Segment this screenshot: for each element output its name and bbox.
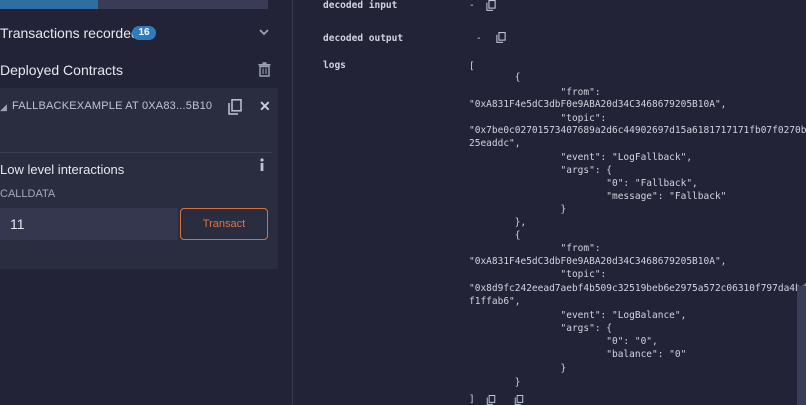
log-line: "message": "Fallback"	[469, 191, 727, 202]
decoded-input-value: -	[469, 0, 475, 11]
top-progress-segment	[0, 0, 98, 9]
log-line: ]	[469, 394, 475, 405]
close-instance-icon[interactable]: ✕	[259, 98, 271, 115]
copy-icon[interactable]	[514, 395, 524, 405]
log-line: "args": {	[469, 165, 613, 176]
log-line: }	[469, 377, 521, 388]
log-line: }	[469, 363, 567, 374]
low-level-interactions-label: Low level interactions	[0, 162, 125, 177]
log-line: "0x7be0c02701573407689a2d6c44902697d15a6…	[469, 125, 806, 136]
transact-button[interactable]: Transact	[180, 208, 268, 240]
deployed-contracts-label: Deployed Contracts	[0, 62, 123, 78]
decoded-output-label: decoded output	[323, 33, 404, 44]
log-line: "0x8d9fc242eead7aebf4b509c32519beb6e2975…	[469, 283, 806, 294]
contract-instance-name[interactable]: FALLBACKEXAMPLE AT 0XA83...5B10A	[12, 100, 212, 112]
log-line: "event": "LogFallback",	[469, 152, 693, 163]
copy-icon[interactable]	[486, 0, 496, 11]
log-line: [	[469, 61, 475, 72]
log-line: "balance": "0"	[469, 349, 687, 360]
scrollbar[interactable]	[797, 286, 806, 405]
chevron-down-icon[interactable]	[258, 26, 270, 38]
log-line: }	[469, 204, 567, 215]
log-line: "0": "0",	[469, 336, 658, 347]
info-icon[interactable]	[258, 158, 266, 172]
log-line: f1ffab6",	[469, 296, 521, 307]
log-line: "event": "LogBalance",	[469, 310, 687, 321]
trash-icon[interactable]	[258, 62, 271, 77]
log-line: {	[469, 72, 521, 83]
decoded-output-value: -	[476, 33, 482, 44]
expand-caret-icon[interactable]: ◢	[0, 102, 7, 113]
log-line: "0": "Fallback",	[469, 178, 698, 189]
log-line: "from":	[469, 243, 601, 254]
decoded-input-label: decoded input	[323, 0, 398, 11]
logs-label: logs	[323, 60, 346, 71]
log-line: },	[469, 217, 527, 228]
log-line: "topic":	[469, 113, 607, 124]
calldata-label: CALLDATA	[0, 188, 56, 200]
log-line: "0xA831F4e5dC3dbF0e9ABA20d34C3468679205B…	[469, 256, 727, 267]
contract-instance: ◢ FALLBACKEXAMPLE AT 0XA83...5B10A ✕ Low…	[0, 88, 278, 269]
transactions-recorded-label[interactable]: Transactions recorded	[0, 25, 139, 41]
log-line: 25eaddc",	[469, 138, 521, 149]
top-progress-bar	[0, 0, 268, 9]
instance-divider	[0, 152, 272, 153]
transactions-count-badge: 16	[132, 26, 156, 40]
log-line: "topic":	[469, 269, 607, 280]
transaction-details-panel: decoded input - decoded output - logs [ …	[293, 0, 806, 405]
copy-icon[interactable]	[496, 32, 506, 43]
log-line: "args": {	[469, 323, 613, 334]
log-line: "0xA831F4e5dC3dbF0e9ABA20d34C3468679205B…	[469, 99, 727, 110]
left-panel: Transactions recorded 16 Deployed Contra…	[0, 0, 280, 405]
copy-icon[interactable]	[486, 395, 496, 405]
calldata-input[interactable]: 11	[0, 208, 178, 240]
log-line: {	[469, 230, 521, 241]
copy-icon[interactable]	[228, 99, 242, 115]
log-line: "from":	[469, 87, 601, 98]
